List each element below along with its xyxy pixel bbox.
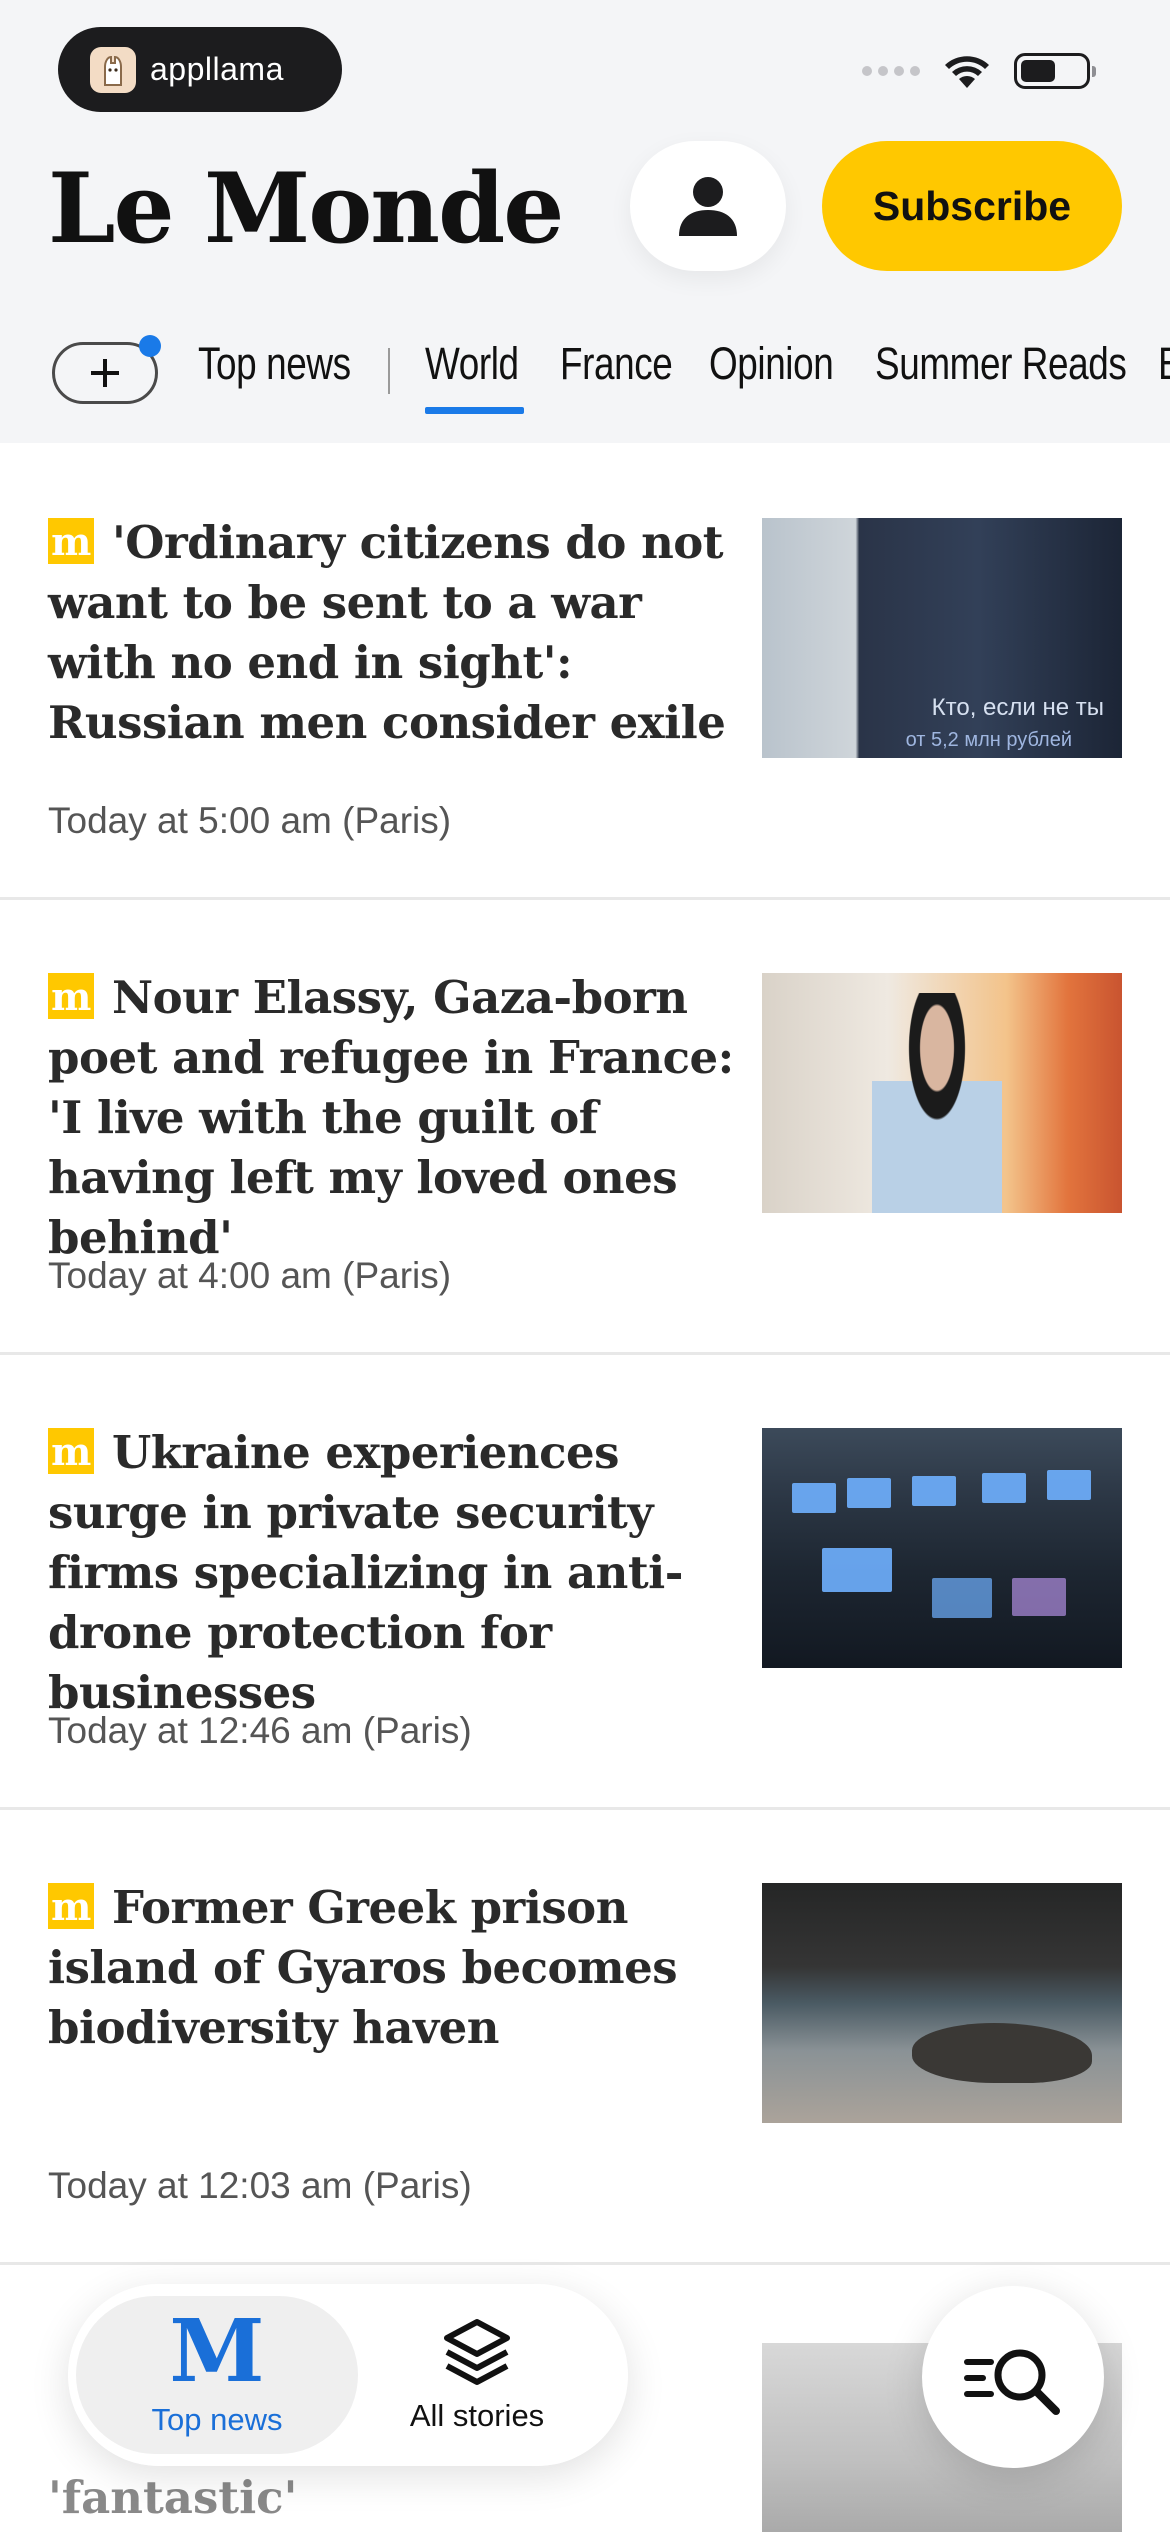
tab-top-news-bottom[interactable]: M Top news (76, 2284, 358, 2466)
premium-badge-icon (48, 967, 94, 1027)
le-monde-m-icon: M (169, 2301, 265, 2402)
nav-separator (388, 348, 390, 394)
tab-label: All stories (409, 2398, 545, 2433)
tab-opinion[interactable]: Opinion (709, 338, 834, 390)
article-item[interactable]: Nour Elassy, Gaza-born poet and refugee … (0, 900, 1170, 1355)
tab-top-news[interactable]: Top news (198, 338, 351, 390)
article-title: 'fantastic' (48, 2471, 298, 2524)
active-tab-indicator (425, 407, 524, 414)
search-list-icon (964, 2349, 1060, 2415)
premium-badge-icon (48, 1877, 94, 1937)
premium-badge-icon (48, 512, 94, 572)
premium-badge-icon (48, 1422, 94, 1482)
article-title: Nour Elassy, Gaza-born poet and refugee … (48, 967, 738, 1268)
app-badge-label: appllama (150, 51, 284, 87)
plus-icon (91, 359, 119, 387)
notification-dot (139, 335, 161, 357)
tab-all-stories[interactable]: All stories (336, 2284, 618, 2466)
user-icon (679, 177, 737, 236)
portrait-figure (872, 993, 1002, 1213)
subscribe-button[interactable]: Subscribe (822, 141, 1122, 271)
section-nav: Top news World France Opinion Summer Rea… (0, 330, 1170, 414)
status-indicators (862, 52, 1096, 90)
article-timestamp: Today at 4:00 am (Paris) (48, 1255, 452, 1296)
battery-icon (1014, 53, 1096, 89)
article-timestamp: Today at 12:46 am (Paris) (48, 1710, 472, 1751)
article-item[interactable]: Ukraine experiences surge in private sec… (0, 1355, 1170, 1810)
article-thumbnail (762, 1883, 1122, 2123)
tab-world[interactable]: World (425, 338, 519, 390)
article-title: Ukraine experiences surge in private sec… (48, 1422, 738, 1723)
bottom-tab-bar: M Top news All stories (68, 2284, 628, 2466)
app-badge: appllama (58, 27, 342, 112)
thumbnail-caption-secondary: от 5,2 млн рублей (905, 729, 1072, 751)
le-monde-logo[interactable]: Le Monde (48, 152, 564, 265)
article-item[interactable]: 'Ordinary citizens do not want to be sen… (0, 445, 1170, 900)
article-thumbnail (762, 973, 1122, 1213)
thumbnail-caption: Кто, если не ты (931, 694, 1104, 721)
add-section-button[interactable] (52, 335, 161, 404)
search-button[interactable] (922, 2286, 1104, 2468)
cellular-signal-icon (862, 66, 920, 76)
layers-icon (444, 2319, 510, 2385)
article-thumbnail: Кто, если не ты от 5,2 млн рублей (762, 518, 1122, 758)
llama-icon (90, 46, 136, 93)
article-timestamp: Today at 12:03 am (Paris) (48, 2165, 472, 2206)
article-title: Former Greek prison island of Gyaros bec… (48, 1877, 738, 2058)
header-area: appllama Le Monde Subscribe Top news Wor… (0, 0, 1170, 443)
article-item[interactable]: Former Greek prison island of Gyaros bec… (0, 1810, 1170, 2265)
tab-france[interactable]: France (560, 338, 673, 390)
article-timestamp: Today at 5:00 am (Paris) (48, 800, 452, 841)
seal-figure (912, 2023, 1092, 2083)
tab-next-partial[interactable]: B (1158, 338, 1170, 390)
tab-label: Top news (151, 2402, 283, 2437)
article-title: 'Ordinary citizens do not want to be sen… (48, 512, 738, 753)
article-thumbnail (762, 1428, 1122, 1668)
account-button[interactable] (630, 141, 786, 271)
tab-summer-reads[interactable]: Summer Reads (875, 338, 1127, 390)
wifi-icon (945, 56, 989, 88)
